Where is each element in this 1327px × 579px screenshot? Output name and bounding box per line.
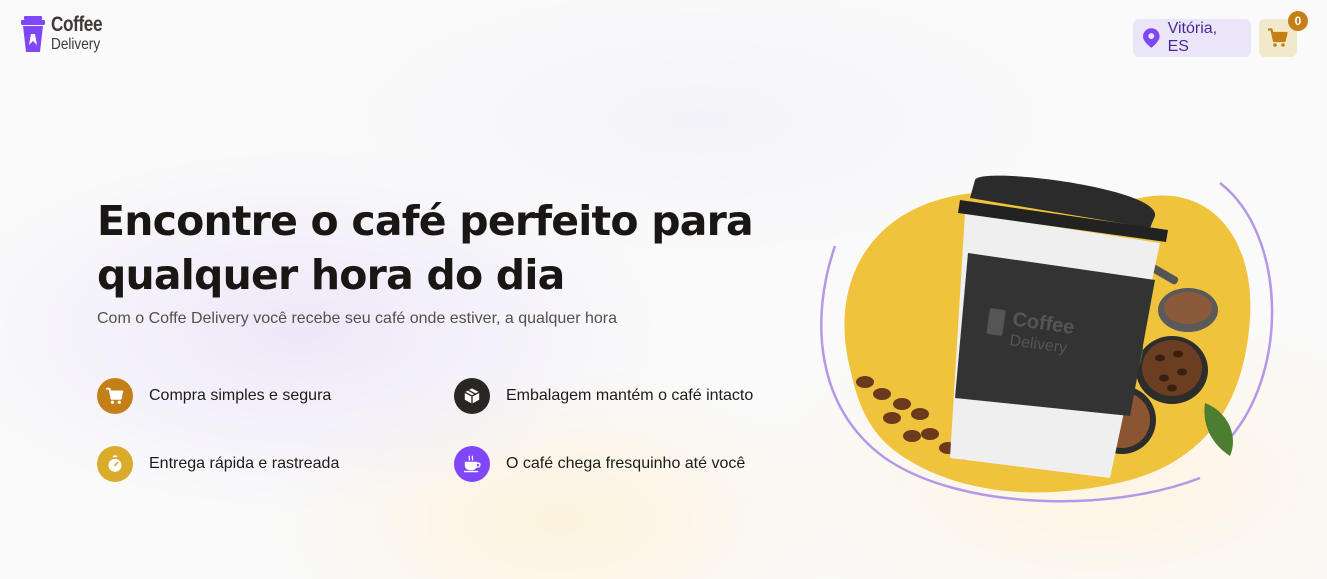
coffee-icon (463, 455, 481, 473)
feature-icon-circle (454, 378, 490, 414)
logo-line-2: Delivery (51, 36, 101, 53)
map-pin-icon (1143, 28, 1160, 48)
package-icon (464, 388, 480, 404)
feature-label: Embalagem mantém o café intacto (506, 387, 754, 404)
timer-icon (108, 455, 122, 472)
feature-icon-circle (454, 446, 490, 482)
coffee-bowl-top (1158, 288, 1218, 332)
feature-icon-circle (97, 378, 133, 414)
cart-button[interactable]: 0 (1259, 11, 1308, 57)
logo-line-1: Coffee (51, 13, 103, 36)
coffee-cup-logo-icon (21, 16, 45, 52)
feature-item-purchase: Compra simples e segura (97, 378, 331, 414)
cart-count-badge: 0 (1288, 11, 1308, 31)
logo[interactable]: Coffee Delivery (20, 14, 113, 54)
location-label: Vitória, ES (1167, 20, 1218, 55)
shopping-cart-icon (106, 387, 124, 404)
hero-subtitle: Com o Coffe Delivery você recebe seu caf… (97, 310, 617, 327)
feature-label: O café chega fresquinho até você (506, 455, 746, 472)
shopping-cart-icon (1268, 28, 1288, 47)
hero-coffee-illustration: Coffee Delivery (820, 175, 1274, 503)
feature-item-packaging: Embalagem mantém o café intacto (454, 378, 753, 414)
feature-item-freshness: O café chega fresquinho até você (454, 446, 745, 482)
feature-item-delivery: Entrega rápida e rastreada (97, 446, 339, 482)
hero-title: Encontre o café perfeito para qualquer h… (97, 197, 754, 299)
feature-label: Entrega rápida e rastreada (149, 455, 340, 472)
coffee-bowl-beans (1136, 336, 1208, 404)
feature-icon-circle (97, 446, 133, 482)
location-button[interactable]: Vitória, ES (1133, 19, 1251, 57)
header: Coffee Delivery Vitória, ES 0 (0, 0, 1327, 72)
feature-label: Compra simples e segura (149, 387, 332, 404)
